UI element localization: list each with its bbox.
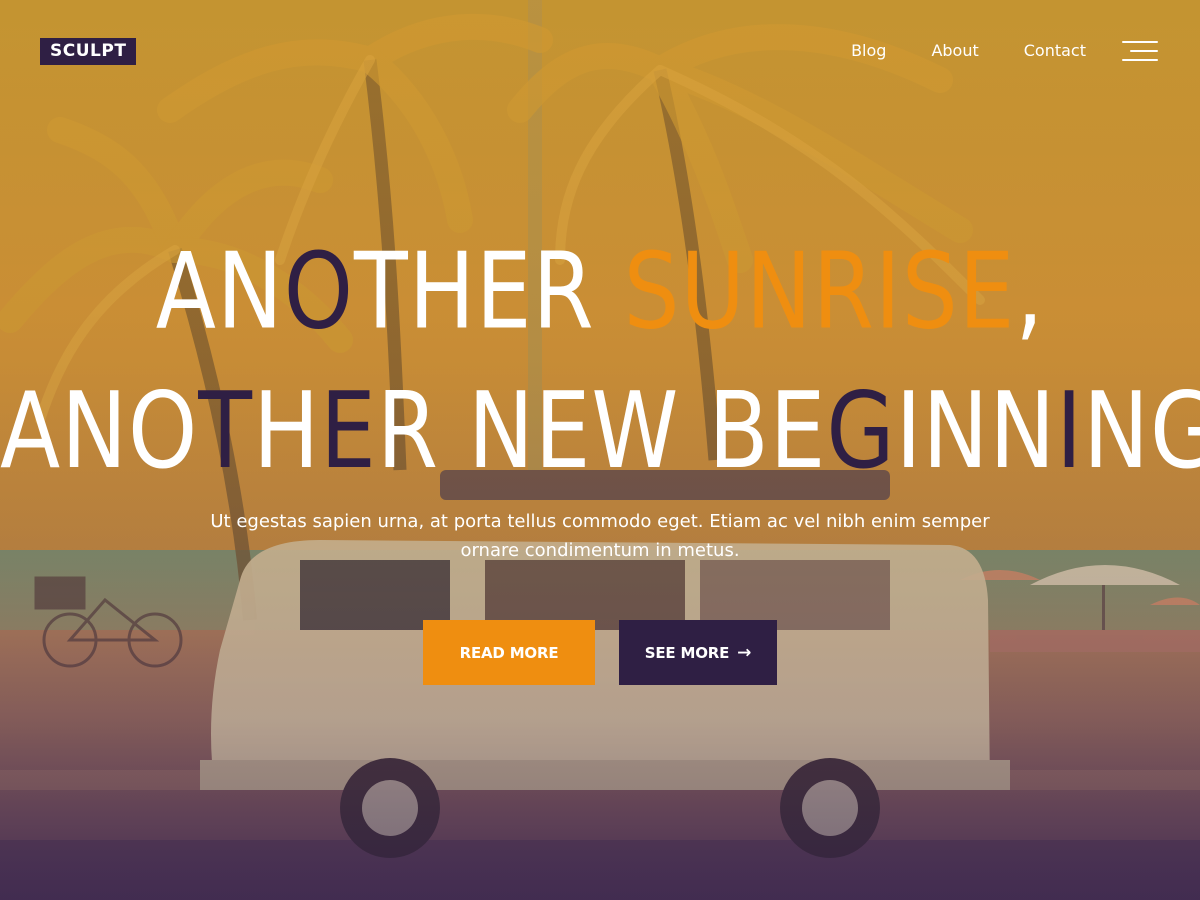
headline-segment: E <box>320 368 377 492</box>
headline-segment: THER <box>354 229 624 353</box>
headline-segment: INN <box>895 368 1057 492</box>
headline-segment: I <box>1056 368 1084 492</box>
see-more-label: SEE MORE <box>644 643 730 662</box>
hamburger-menu-icon[interactable] <box>1122 40 1158 62</box>
headline-segment: H <box>253 368 321 492</box>
headline-line-1: ANOTHER SUNRISE, <box>0 222 1200 361</box>
headline-segment: R NEW BE <box>376 368 827 492</box>
arrow-right-icon: → <box>737 642 752 663</box>
headline-segment: , <box>1015 229 1045 353</box>
headline-segment: NG! <box>1083 368 1200 492</box>
headline-segment: AN <box>155 229 284 353</box>
headline-segment: O <box>283 229 354 353</box>
hero-section: SCULPT Blog About Contact ANOTHER SUNRIS… <box>0 0 1200 900</box>
headline-segment: G <box>826 368 896 492</box>
logo[interactable]: SCULPT <box>40 38 137 65</box>
headline-segment: T <box>198 368 254 492</box>
headline-line-2: ANOTHER NEW BEGINNING! <box>0 361 1200 500</box>
see-more-button[interactable]: SEE MORE → <box>619 620 777 685</box>
read-more-label: READ MORE <box>459 643 559 662</box>
hero-headline: ANOTHER SUNRISE, ANOTHER NEW BEGINNING! <box>0 222 1200 500</box>
headline-segment: ANO <box>0 368 199 492</box>
nav-link-blog[interactable]: Blog <box>851 40 886 62</box>
hero-subtitle: Ut egestas sapien urna, at porta tellus … <box>210 511 990 561</box>
nav-link-about[interactable]: About <box>931 40 978 62</box>
nav-link-contact[interactable]: Contact <box>1024 40 1086 62</box>
headline-segment: SUNRISE <box>623 229 1016 353</box>
main-nav: Blog About Contact <box>851 40 1158 62</box>
read-more-button[interactable]: READ MORE <box>423 620 595 685</box>
